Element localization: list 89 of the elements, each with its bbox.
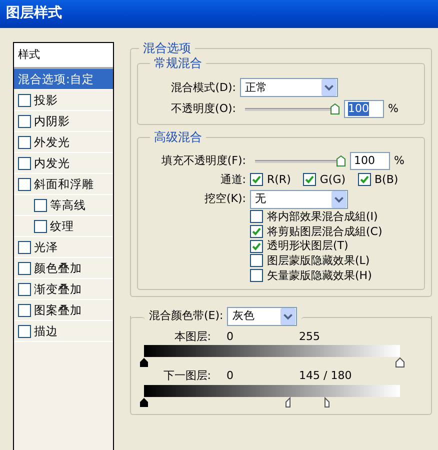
style-label: 等高线 <box>50 198 86 212</box>
checkbox-label: 将剪贴图层混合成組(C) <box>267 224 382 238</box>
style-label: 图案叠加 <box>34 302 82 318</box>
slider-thumb[interactable] <box>330 103 340 115</box>
band-label: 下一图层: <box>162 369 211 383</box>
input-value: 100 <box>354 154 375 168</box>
blend-mode-dropdown[interactable]: 正常 <box>240 78 338 97</box>
style-label: 渐变叠加 <box>34 282 82 296</box>
window-title: 图层样式 <box>6 5 62 23</box>
band-high-value: 145 / 180 <box>299 369 352 383</box>
dropdown-value: 灰色 <box>232 309 254 323</box>
style-list-item[interactable]: 纹理 <box>14 216 113 237</box>
style-list-item[interactable]: 斜面和浮雕 <box>14 174 113 195</box>
checkbox[interactable] <box>18 136 31 148</box>
style-list-item[interactable]: 内发光 <box>14 153 113 174</box>
group-title: 常规混合 <box>150 56 206 70</box>
checkbox[interactable] <box>18 262 31 274</box>
checkbox-label: 图层蒙版隐藏效果(L) <box>267 254 370 268</box>
style-label: 内发光 <box>34 156 70 170</box>
checkbox[interactable] <box>250 254 263 268</box>
unit-label: % <box>388 102 398 116</box>
group-title: 混合选项 <box>139 41 195 55</box>
field-label: 通道: <box>219 173 246 187</box>
field-label: 不透明度(O): <box>170 102 236 116</box>
dropdown-value: 正常 <box>245 80 267 94</box>
style-list-item[interactable]: 混合选项:自定 <box>14 69 113 90</box>
checkbox-label: G(G) <box>320 173 346 187</box>
checkbox-label: R(R) <box>267 173 291 187</box>
checkbox[interactable] <box>250 269 263 282</box>
checkbox-label: B(B) <box>374 173 398 187</box>
checkbox-label: 透明形状图层(T) <box>267 239 348 253</box>
checkbox[interactable] <box>18 156 31 170</box>
slider-thumb[interactable] <box>395 357 405 368</box>
style-list-item[interactable]: 等高线 <box>14 195 113 216</box>
input-value: 100 <box>348 102 369 116</box>
style-list-title: 样式 <box>18 48 40 62</box>
dropdown-value: 无 <box>255 192 266 206</box>
gradient-slider[interactable] <box>139 345 405 368</box>
field-label: 混合颜色带(E): <box>149 309 224 323</box>
checkbox[interactable] <box>34 220 47 232</box>
style-label: 外发光 <box>34 134 70 150</box>
knockout-dropdown[interactable]: 无 <box>250 190 348 209</box>
style-list-item[interactable]: 颜色叠加 <box>14 258 113 279</box>
style-label: 光泽 <box>34 240 58 254</box>
slider-thumb[interactable] <box>139 397 149 408</box>
field-label: 填充不透明度(F): <box>160 154 246 168</box>
style-label: 描边 <box>34 324 58 338</box>
style-label: 纹理 <box>50 218 74 234</box>
style-label: 投影 <box>34 92 58 108</box>
style-label: 颜色叠加 <box>34 260 82 276</box>
checkbox[interactable] <box>250 240 263 253</box>
style-label: 斜面和浮雕 <box>34 176 94 192</box>
checkbox-label: 将内部效果混合成組(I) <box>267 210 378 224</box>
checkbox[interactable] <box>250 224 263 238</box>
checkbox[interactable] <box>34 198 47 212</box>
style-list-item[interactable]: 内阴影 <box>14 111 113 132</box>
blend-if-dropdown[interactable]: 灰色 <box>227 306 298 326</box>
style-list-item[interactable]: 图案叠加 <box>14 300 113 321</box>
checkbox[interactable] <box>250 173 263 186</box>
checkbox[interactable] <box>18 304 31 316</box>
opacity-input[interactable]: 100 <box>344 100 384 118</box>
style-label: 内阴影 <box>34 114 70 128</box>
slider-thumb[interactable] <box>139 357 149 368</box>
field-label: 混合模式(D): <box>170 80 236 94</box>
band-label: 本图层: <box>173 330 211 344</box>
checkbox[interactable] <box>18 114 31 128</box>
style-list-item[interactable]: 渐变叠加 <box>14 279 113 300</box>
band-low-value: 0 <box>226 369 234 383</box>
style-list-item[interactable]: 投影 <box>14 90 113 111</box>
group-title: 高级混合 <box>150 130 206 144</box>
band-low-value: 0 <box>226 330 234 344</box>
band-high-value: 255 <box>299 330 320 344</box>
checkbox[interactable] <box>302 173 316 186</box>
checkbox[interactable] <box>250 210 263 224</box>
style-list-item[interactable]: 光泽 <box>14 237 113 258</box>
slider-thumb[interactable] <box>336 155 346 167</box>
checkbox[interactable] <box>18 240 31 254</box>
style-label: 混合选项:自定 <box>18 72 94 86</box>
checkbox[interactable] <box>18 178 31 190</box>
checkbox[interactable] <box>18 324 31 338</box>
checkbox[interactable] <box>18 94 31 106</box>
checkbox[interactable] <box>18 282 31 296</box>
checkbox[interactable] <box>358 173 371 186</box>
style-list-item[interactable]: 描边 <box>14 321 113 342</box>
unit-label: % <box>394 154 404 168</box>
checkbox-label: 矢量蒙版隐藏效果(H) <box>267 268 372 282</box>
style-list-item[interactable]: 外发光 <box>14 132 113 153</box>
fill-opacity-input[interactable]: 100 <box>350 152 390 170</box>
field-label: 挖空(K): <box>203 192 246 206</box>
